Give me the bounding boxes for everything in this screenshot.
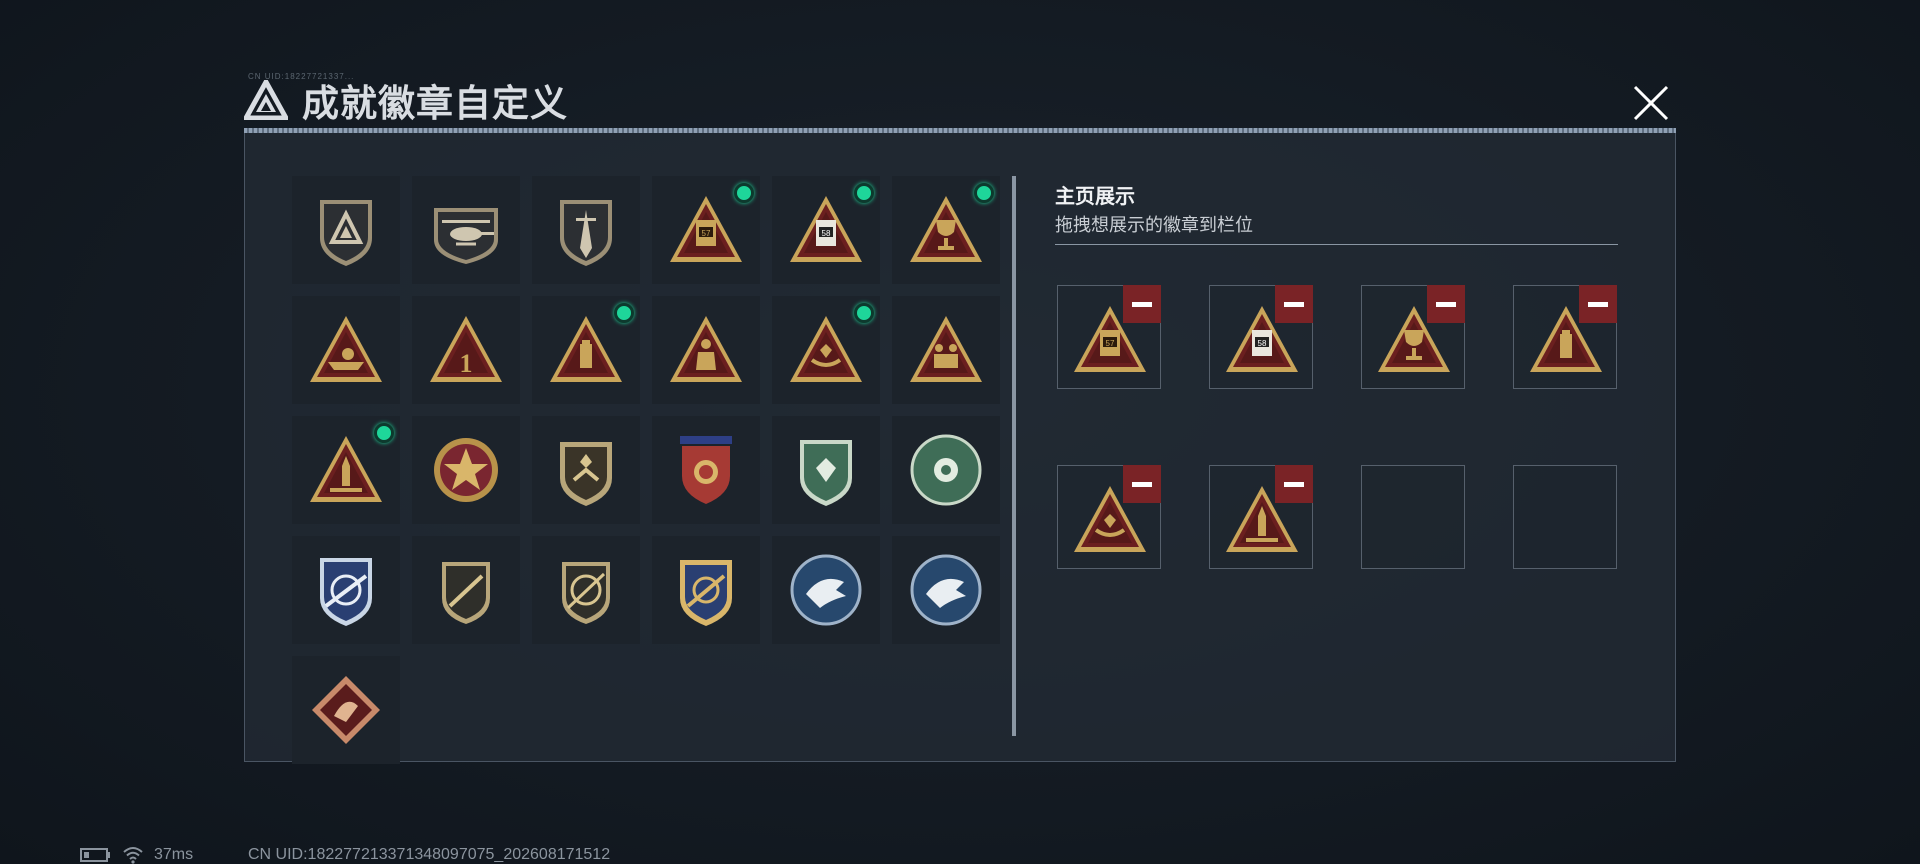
badge-cell-ammo-58-triangle-badge[interactable]: 58	[772, 176, 880, 284]
badge-cell-usb-drive-triangle-badge[interactable]	[532, 296, 640, 404]
showcase-slot-4[interactable]	[1513, 285, 1617, 389]
badge-cell-eagle-round-badge-2[interactable]	[892, 536, 1000, 644]
helicopter-shield-badge-icon	[434, 208, 498, 264]
new-indicator-dot	[734, 183, 754, 203]
minus-icon	[1284, 481, 1304, 487]
dragon-diamond-badge-icon	[312, 676, 380, 744]
badge-grid: 57 58 1	[292, 176, 1000, 764]
ammo-58-triangle-badge-icon: 58	[790, 196, 862, 262]
minus-icon	[1132, 301, 1152, 307]
trophy-triangle-badge-icon	[910, 196, 982, 262]
remove-badge-button[interactable]	[1123, 285, 1161, 323]
remove-badge-button[interactable]	[1275, 285, 1313, 323]
badge-cell-ammo-57-triangle-badge[interactable]: 57	[652, 176, 760, 284]
badge-cell-triangle-logo-shield-badge[interactable]	[292, 176, 400, 284]
showcase-slot-2[interactable]: 58	[1209, 285, 1313, 389]
wifi-icon	[123, 847, 143, 864]
battery-icon	[80, 848, 110, 862]
remove-badge-button[interactable]	[1427, 285, 1465, 323]
new-indicator-dot	[854, 183, 874, 203]
squad-triangle-badge-icon	[910, 316, 982, 382]
stars-wreath-shield-badge-icon	[680, 436, 732, 504]
badge-cell-gold-crosshair-shield-badge[interactable]	[652, 536, 760, 644]
badge-cell-green-gem-shield-badge[interactable]	[772, 416, 880, 524]
badge-cell-blue-crosshair-rifle-badge[interactable]	[292, 536, 400, 644]
badge-cell-squad-triangle-badge[interactable]	[892, 296, 1000, 404]
sniper-shield-badge-icon	[562, 562, 610, 624]
minus-icon	[1588, 301, 1608, 307]
svg-text:58: 58	[1258, 339, 1267, 348]
new-indicator-dot	[854, 303, 874, 323]
number-one-triangle-badge-icon: 1	[430, 316, 502, 382]
showcase-slot-3[interactable]	[1361, 285, 1465, 389]
soldier-triangle-badge-icon	[670, 316, 742, 382]
badge-cell-star-medal-badge[interactable]	[412, 416, 520, 524]
badge-cell-hands-gem-triangle-badge[interactable]	[772, 296, 880, 404]
blue-crosshair-rifle-badge-icon	[320, 558, 372, 626]
badge-cell-rifle-shield-badge[interactable]	[412, 536, 520, 644]
chevron-shield-badge-icon	[560, 442, 612, 506]
remove-badge-button[interactable]	[1579, 285, 1617, 323]
close-icon[interactable]	[1630, 82, 1672, 124]
new-indicator-dot	[974, 183, 994, 203]
badge-cell-number-one-triangle-badge[interactable]: 1	[412, 296, 520, 404]
usb-drive-triangle-badge-icon	[550, 316, 622, 382]
eagle-round-badge-2-icon	[910, 554, 982, 626]
showcase-title: 主页展示	[1055, 186, 1135, 208]
star-medal-badge-icon	[434, 438, 498, 502]
green-gem-shield-badge-icon	[800, 440, 852, 506]
remove-badge-button[interactable]	[1275, 465, 1313, 503]
badge-cell-chevron-shield-badge[interactable]	[532, 416, 640, 524]
minus-icon	[1284, 301, 1304, 307]
showcase-divider	[1055, 244, 1618, 245]
showcase-slot-1[interactable]: 57	[1057, 285, 1161, 389]
page-title: 成就徽章自定义	[302, 83, 568, 124]
hands-gem-triangle-badge-icon	[790, 316, 862, 382]
badge-cell-rocket-triangle-badge[interactable]	[292, 416, 400, 524]
badge-cell-green-flower-badge[interactable]	[892, 416, 1000, 524]
dagger-shield-badge-icon	[560, 200, 612, 266]
badge-cell-helicopter-shield-badge[interactable]	[412, 176, 520, 284]
badge-cell-dragon-diamond-badge[interactable]	[292, 656, 400, 764]
showcase-slots: 57 58	[1057, 285, 1617, 569]
status-bar: 37ms	[80, 846, 193, 864]
eagle-round-badge-icon	[790, 554, 862, 626]
showcase-slot-6[interactable]	[1209, 465, 1313, 569]
green-flower-badge-icon	[910, 434, 982, 506]
showcase-slot-8[interactable]	[1513, 465, 1617, 569]
minus-icon	[1436, 301, 1456, 307]
badge-cell-eagle-round-badge[interactable]	[772, 536, 880, 644]
badge-cell-dagger-shield-badge[interactable]	[532, 176, 640, 284]
minus-icon	[1132, 481, 1152, 487]
showcase-slot-7[interactable]	[1361, 465, 1465, 569]
badge-cell-stars-wreath-shield-badge[interactable]	[652, 416, 760, 524]
new-indicator-dot	[614, 303, 634, 323]
badge-cell-sniper-shield-badge[interactable]	[532, 536, 640, 644]
triangle-logo-icon	[244, 80, 288, 120]
gold-crosshair-shield-badge-icon	[680, 560, 732, 626]
boat-triangle-badge-icon	[310, 316, 382, 382]
remove-badge-button[interactable]	[1123, 465, 1161, 503]
svg-text:57: 57	[1106, 339, 1115, 348]
ammo-57-triangle-badge-icon: 57	[670, 196, 742, 262]
badge-cell-trophy-triangle-badge[interactable]	[892, 176, 1000, 284]
page-header: 成就徽章自定义	[244, 76, 568, 124]
badge-cell-soldier-triangle-badge[interactable]	[652, 296, 760, 404]
showcase-subtitle: 拖拽想展示的徽章到栏位	[1055, 215, 1253, 235]
new-indicator-dot	[374, 423, 394, 443]
panel-divider	[1012, 176, 1016, 736]
svg-text:57: 57	[702, 229, 711, 238]
panel-top-border	[244, 128, 1676, 133]
rifle-shield-badge-icon	[442, 562, 490, 624]
svg-text:1: 1	[460, 349, 473, 378]
rocket-triangle-badge-icon	[310, 436, 382, 502]
uid-text: CN UID:182277213371348097075_20260817151…	[248, 846, 611, 863]
showcase-slot-5[interactable]	[1057, 465, 1161, 569]
svg-text:58: 58	[822, 229, 831, 238]
ping-readout: 37ms	[154, 846, 194, 863]
badge-cell-boat-triangle-badge[interactable]	[292, 296, 400, 404]
triangle-logo-shield-badge-icon	[320, 200, 372, 266]
